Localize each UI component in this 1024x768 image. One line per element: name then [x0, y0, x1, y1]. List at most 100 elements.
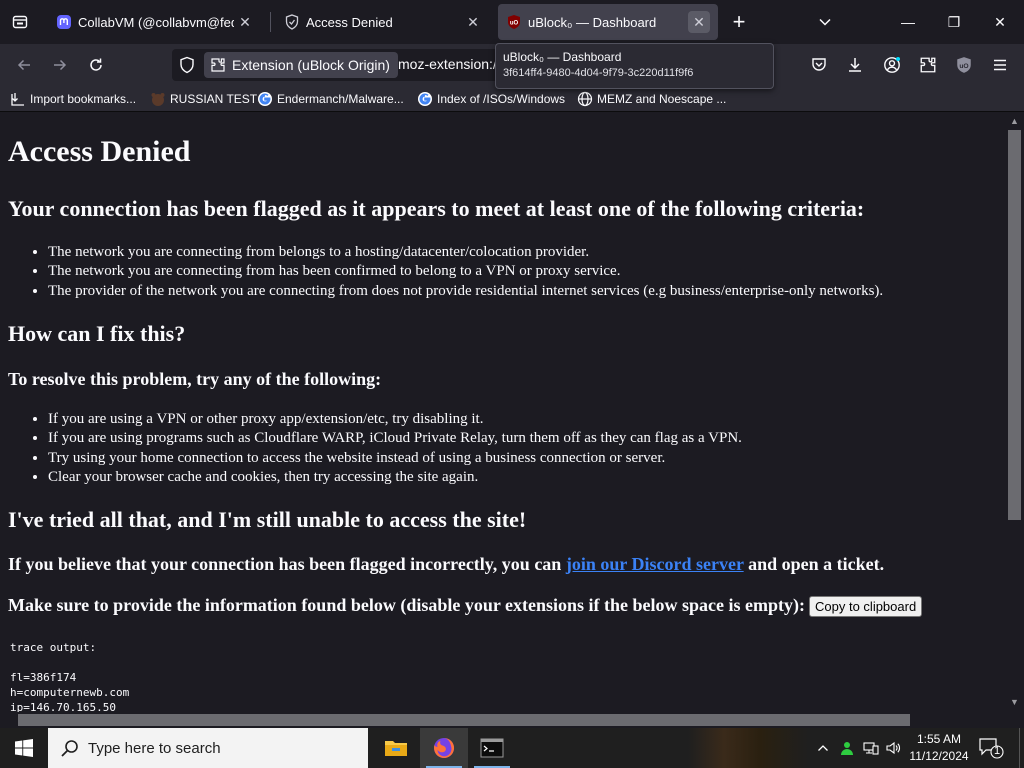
new-tab-button[interactable]: + — [726, 9, 752, 35]
scrollbar-thumb[interactable] — [18, 714, 910, 726]
tab-title: Access Denied — [306, 14, 393, 30]
puzzle-piece-icon — [211, 58, 225, 72]
chevron-down-icon — [819, 18, 831, 26]
bookmarks-toolbar: Import bookmarks... RUSSIAN TEST Enderma… — [0, 86, 1024, 112]
bookmark-label: Import bookmarks... — [30, 92, 137, 106]
windows-logo-icon — [15, 739, 33, 757]
notification-center-button[interactable]: 1 — [978, 736, 1004, 760]
tab-close-button[interactable]: ✕ — [234, 11, 256, 33]
page-content: Access Denied Your connection has been f… — [0, 113, 1005, 712]
show-hidden-icons-button[interactable] — [813, 738, 833, 758]
fix-heading: How can I fix this? — [8, 321, 186, 346]
horizontal-scrollbar[interactable] — [0, 712, 1024, 728]
extension-identity-box[interactable]: Extension (uBlock Origin) — [204, 52, 398, 78]
identity-label: Extension (uBlock Origin) — [232, 57, 390, 73]
account-icon — [884, 57, 900, 73]
fixes-list: If you are using a VPN or other proxy ap… — [48, 410, 742, 487]
window-close-button[interactable]: ✕ — [978, 6, 1022, 38]
info-text: Make sure to provide the information fou… — [8, 595, 806, 615]
search-icon — [61, 740, 78, 757]
taskbar-wallpaper-area — [688, 728, 808, 768]
reload-button[interactable] — [82, 51, 110, 79]
bookmark-label: MEMZ and Noescape ... — [597, 92, 727, 106]
terminal-app[interactable] — [468, 728, 516, 768]
tab-close-button[interactable]: ✕ — [462, 11, 484, 33]
resolve-heading: To resolve this problem, try any of the … — [8, 369, 382, 389]
discord-link[interactable]: join our Discord server — [566, 554, 744, 574]
downloads-button[interactable] — [843, 53, 867, 77]
back-arrow-icon — [17, 59, 30, 71]
clock-date: 11/12/2024 — [909, 749, 969, 763]
google-icon — [417, 91, 433, 107]
folder-icon — [385, 741, 407, 756]
list-all-tabs-button[interactable] — [812, 9, 838, 35]
trace-output[interactable]: trace output: fl=386f174 h=computernewb.… — [10, 640, 129, 712]
notification-icon — [979, 738, 1004, 759]
hamburger-menu-icon — [994, 59, 1006, 71]
tab-close-button[interactable]: ✕ — [688, 11, 710, 33]
volume-button[interactable] — [883, 738, 903, 758]
network-button[interactable] — [861, 738, 881, 758]
tab-access-denied[interactable]: Access Denied ✕ — [276, 4, 492, 40]
svg-text:uO: uO — [959, 63, 968, 70]
cloudflare-shield-icon — [284, 14, 300, 30]
ublock-toolbar-button[interactable]: uO — [952, 53, 976, 77]
bookmark-memz[interactable]: MEMZ and Noescape ... — [577, 90, 726, 108]
clock-time: 1:55 AM — [916, 732, 962, 746]
bookmark-import[interactable]: Import bookmarks... — [10, 90, 136, 108]
firefox-app[interactable] — [420, 728, 468, 768]
tab-ublock-dashboard[interactable]: uO uBlock₀ — Dashboard ✕ — [498, 4, 718, 40]
start-button[interactable] — [0, 728, 48, 768]
tracking-protection-shield-icon[interactable] — [178, 56, 196, 74]
page-title: Access Denied — [8, 135, 191, 168]
download-icon — [849, 58, 861, 72]
maximize-button[interactable]: ❐ — [932, 6, 976, 38]
info-paragraph: Make sure to provide the information fou… — [8, 595, 923, 618]
show-desktop-button[interactable] — [1019, 728, 1024, 768]
google-icon — [257, 91, 273, 107]
tab-strip: CollabVM (@collabvm@fedi.co ✕ Access Den… — [0, 0, 1024, 44]
scroll-up-icon[interactable]: ▲ — [1009, 116, 1020, 127]
account-button[interactable] — [880, 53, 904, 77]
bookmark-endermanch[interactable]: Endermanch/Malware... — [257, 90, 404, 108]
tab-title: uBlock₀ — Dashboard — [528, 14, 657, 30]
scrollbar-thumb[interactable] — [1008, 130, 1021, 520]
puzzle-piece-icon — [920, 57, 936, 73]
list-item: If you are using a VPN or other proxy ap… — [48, 410, 742, 429]
bookmark-isos-windows[interactable]: Index of /ISOs/Windows — [417, 90, 565, 108]
vertical-scrollbar[interactable]: ▲ ▼ — [1005, 113, 1024, 712]
taskbar-search-box[interactable]: Type here to search — [48, 728, 368, 768]
tab-title: CollabVM (@collabvm@fedi.co — [78, 14, 234, 30]
list-item: Try using your home connection to access… — [48, 449, 742, 468]
firefox-view-button[interactable] — [6, 8, 34, 36]
criteria-list: The network you are connecting from belo… — [48, 243, 883, 301]
search-placeholder: Type here to search — [88, 739, 221, 757]
pocket-button[interactable] — [807, 53, 831, 77]
bookmark-russian-test[interactable]: RUSSIAN TEST — [150, 90, 257, 108]
taskbar-clock[interactable]: 1:55 AM 11/12/2024 — [904, 731, 974, 765]
tab-separator — [270, 12, 271, 32]
ublock-icon: uO — [957, 57, 971, 73]
bookmark-label: Index of /ISOs/Windows — [437, 92, 566, 106]
discord-text-pre: If you believe that your connection has … — [8, 554, 566, 574]
pocket-icon — [812, 58, 826, 71]
list-item: Clear your browser cache and cookies, th… — [48, 468, 742, 487]
forward-button[interactable] — [46, 51, 74, 79]
speaker-icon — [886, 741, 900, 755]
tray-app-green[interactable] — [837, 738, 857, 758]
copy-to-clipboard-button[interactable]: Copy to clipboard — [809, 596, 923, 618]
ublock-icon: uO — [506, 14, 522, 30]
minimize-button[interactable]: — — [886, 6, 930, 38]
url-text[interactable]: moz-extension:// — [398, 56, 501, 72]
file-explorer-app[interactable] — [372, 728, 420, 768]
app-menu-button[interactable] — [988, 53, 1012, 77]
windows-taskbar: Type here to search 1:55 AM 11/12/2024 1 — [0, 728, 1024, 768]
scroll-down-icon[interactable]: ▼ — [1009, 697, 1020, 708]
extensions-button[interactable] — [916, 53, 940, 77]
tab-collabvm[interactable]: CollabVM (@collabvm@fedi.co ✕ — [48, 4, 264, 40]
users-icon — [841, 742, 853, 755]
list-item: The network you are connecting from belo… — [48, 243, 883, 262]
chevron-up-icon — [818, 745, 828, 751]
back-button[interactable] — [10, 51, 38, 79]
import-icon — [10, 91, 26, 107]
